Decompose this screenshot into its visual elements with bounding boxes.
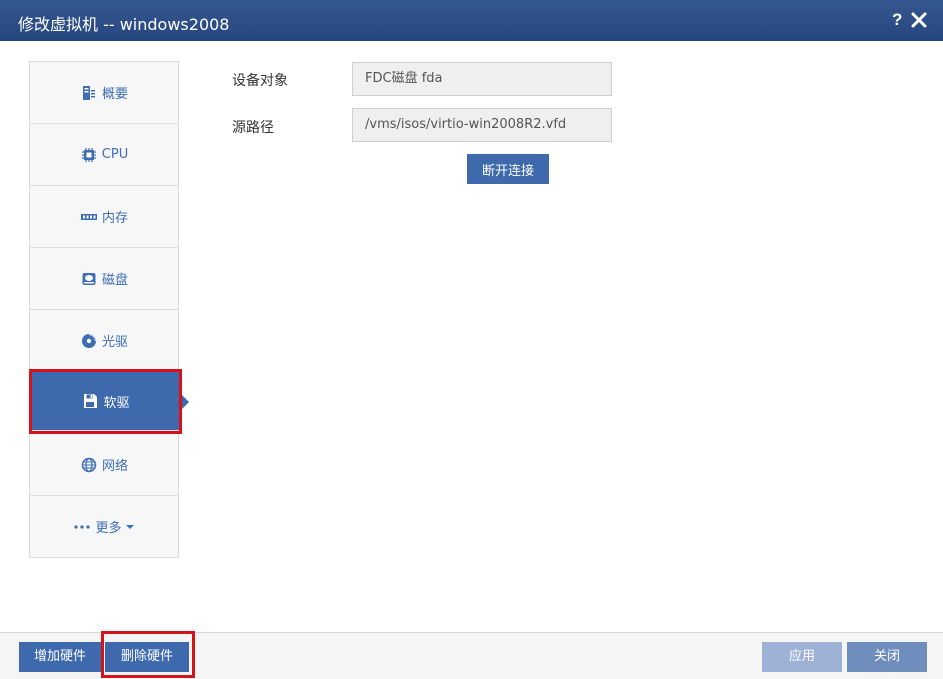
more-icon — [73, 518, 91, 536]
sidebar-item-cpu[interactable]: CPU — [30, 124, 178, 186]
sidebar-item-label: 网络 — [101, 459, 128, 474]
sidebar-item-summary[interactable]: 概要 — [30, 62, 178, 124]
sidebar-item-label: 内存 — [101, 211, 128, 226]
hardware-sidebar: 概要 CPU 内存 磁盘 光驱 更多 网络 — [29, 61, 179, 558]
floppy-icon — [81, 392, 99, 410]
chevron-down-icon — [125, 524, 134, 529]
help-icon[interactable]: ? — [892, 10, 902, 30]
cpu-icon — [80, 146, 98, 164]
device-field[interactable]: FDC磁盘 fda — [352, 62, 612, 96]
sidebar-item-label: 磁盘 — [101, 273, 128, 288]
window-title: 修改虚拟机 -- windows2008 — [18, 15, 230, 34]
title-bar: 修改虚拟机 -- windows2008 ? — [0, 0, 943, 41]
active-indicator-arrow — [182, 395, 189, 409]
path-field[interactable]: /vms/isos/virtio-win2008R2.vfd — [352, 108, 612, 142]
cdrom-icon — [80, 332, 98, 350]
path-label: 源路径 — [232, 120, 274, 136]
remove-hardware-button[interactable]: 删除硬件 — [105, 642, 189, 672]
sidebar-item-disk[interactable]: 磁盘 — [30, 248, 178, 310]
sidebar-item-cdrom[interactable]: 光驱 — [30, 310, 178, 372]
close-button[interactable]: 关闭 — [847, 642, 927, 672]
device-label: 设备对象 — [232, 73, 288, 89]
sidebar-item-label: 更多 — [95, 521, 122, 536]
sidebar-item-label: 光驱 — [101, 335, 128, 350]
sidebar-item-label: 概要 — [101, 87, 128, 102]
sidebar-item-label: CPU — [101, 147, 129, 162]
sidebar-item-memory[interactable]: 内存 — [30, 186, 178, 248]
close-icon[interactable] — [911, 12, 927, 28]
sidebar-item-label: 软驱 — [103, 395, 130, 411]
add-hardware-button[interactable]: 增加硬件 — [19, 642, 101, 672]
sidebar-item-more[interactable]: 更多 — [30, 496, 178, 558]
network-icon — [80, 456, 98, 474]
sidebar-item-network[interactable]: 网络 — [30, 434, 178, 496]
sidebar-item-floppy[interactable]: 软驱 — [32, 372, 179, 431]
apply-button[interactable]: 应用 — [762, 642, 842, 672]
memory-icon — [80, 208, 98, 226]
summary-icon — [80, 84, 98, 102]
disconnect-button[interactable]: 断开连接 — [467, 154, 549, 184]
disk-icon — [80, 270, 98, 288]
